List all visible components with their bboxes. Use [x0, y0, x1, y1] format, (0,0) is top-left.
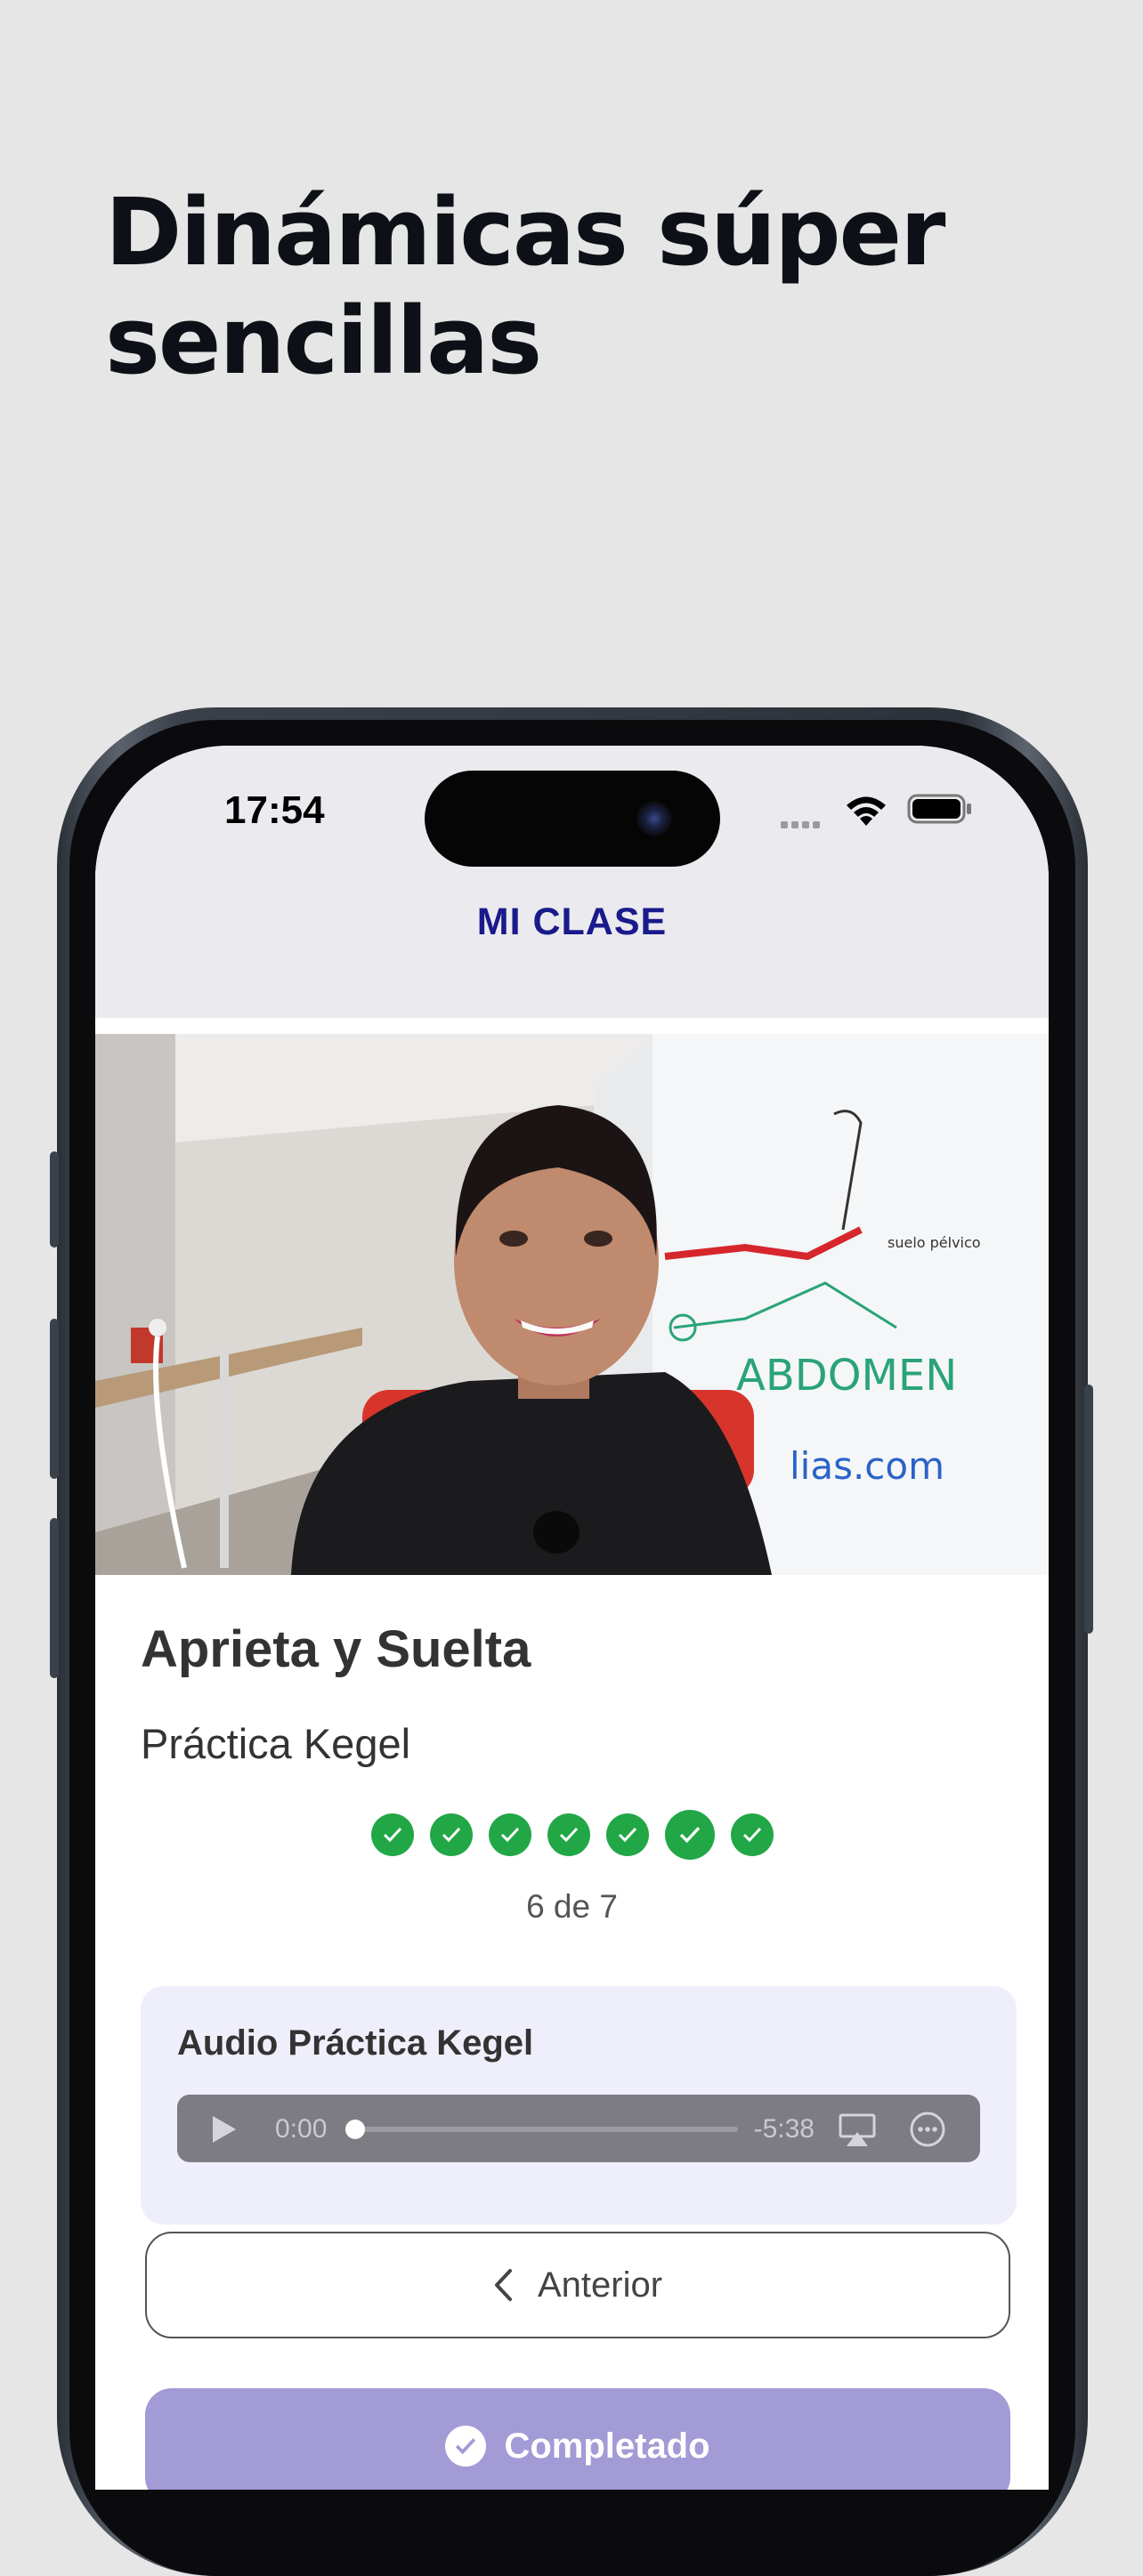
audio-current-time: 0:00 — [275, 2114, 328, 2144]
step-5-check-icon — [605, 1813, 649, 1856]
side-button-volume-up — [50, 1319, 59, 1479]
step-6-check-icon — [664, 1810, 715, 1860]
headline-line-1: Dinámicas súper — [105, 178, 945, 287]
step-1-check-icon — [370, 1813, 414, 1856]
side-button-action — [50, 1151, 59, 1248]
audio-scrubber-handle[interactable] — [345, 2120, 365, 2139]
audio-remaining-time: -5:38 — [753, 2114, 815, 2144]
side-button-volume-down — [50, 1518, 59, 1678]
wifi-icon — [847, 796, 886, 826]
lesson-title: Aprieta y Suelta — [141, 1620, 531, 1678]
video-player[interactable]: suelo pélvico ABDOMEN lias.com — [95, 1034, 1049, 1575]
headline-line-2: sencillas — [105, 287, 542, 395]
previous-button[interactable]: Anterior — [145, 2232, 1010, 2338]
cellular-signal-icon — [781, 817, 823, 833]
step-2-check-icon — [429, 1813, 473, 1856]
front-camera-icon — [636, 801, 672, 836]
audio-card: Audio Práctica Kegel 0:00 -5:38 — [141, 1986, 1017, 2225]
video-frame: suelo pélvico ABDOMEN lias.com — [95, 1034, 1049, 1575]
progress-count: 6 de 7 — [526, 1888, 618, 1925]
side-button-power — [1084, 1385, 1093, 1634]
completed-button[interactable]: Completado — [145, 2388, 1010, 2490]
battery-icon — [907, 794, 971, 824]
headline: Dinámicas súper sencillas — [105, 178, 1084, 395]
top-bar: 17:54 MI CLASE — [95, 746, 1049, 1018]
whiteboard-label-3: lias.com — [790, 1444, 944, 1488]
checkmark-circle-icon — [445, 2426, 487, 2467]
phone-screen: 17:54 MI CLASE suelo pélvico ABDOMEN lia… — [95, 746, 1049, 2490]
whiteboard-label-1: ABDOMEN — [736, 1351, 957, 1401]
audio-progress-track[interactable] — [353, 2127, 738, 2132]
audio-title: Audio Práctica Kegel — [177, 2023, 534, 2063]
step-7-check-icon — [730, 1813, 774, 1856]
airplay-icon[interactable] — [838, 2112, 877, 2148]
audio-player: 0:00 -5:38 — [177, 2095, 980, 2162]
status-time: 17:54 — [224, 788, 325, 832]
whiteboard-label-2: suelo pélvico — [888, 1234, 981, 1251]
step-4-check-icon — [547, 1813, 590, 1856]
play-icon[interactable] — [209, 2114, 238, 2144]
step-3-check-icon — [488, 1813, 531, 1856]
dynamic-island — [425, 771, 720, 867]
previous-button-label: Anterior — [537, 2265, 663, 2305]
nav-title: MI CLASE — [476, 900, 668, 943]
lesson-subtitle: Práctica Kegel — [141, 1720, 411, 1767]
more-options-icon[interactable] — [909, 2111, 946, 2148]
completed-button-label: Completado — [504, 2426, 710, 2466]
chevron-left-icon — [494, 2269, 512, 2301]
lesson-progress-steps — [95, 1810, 1049, 1860]
